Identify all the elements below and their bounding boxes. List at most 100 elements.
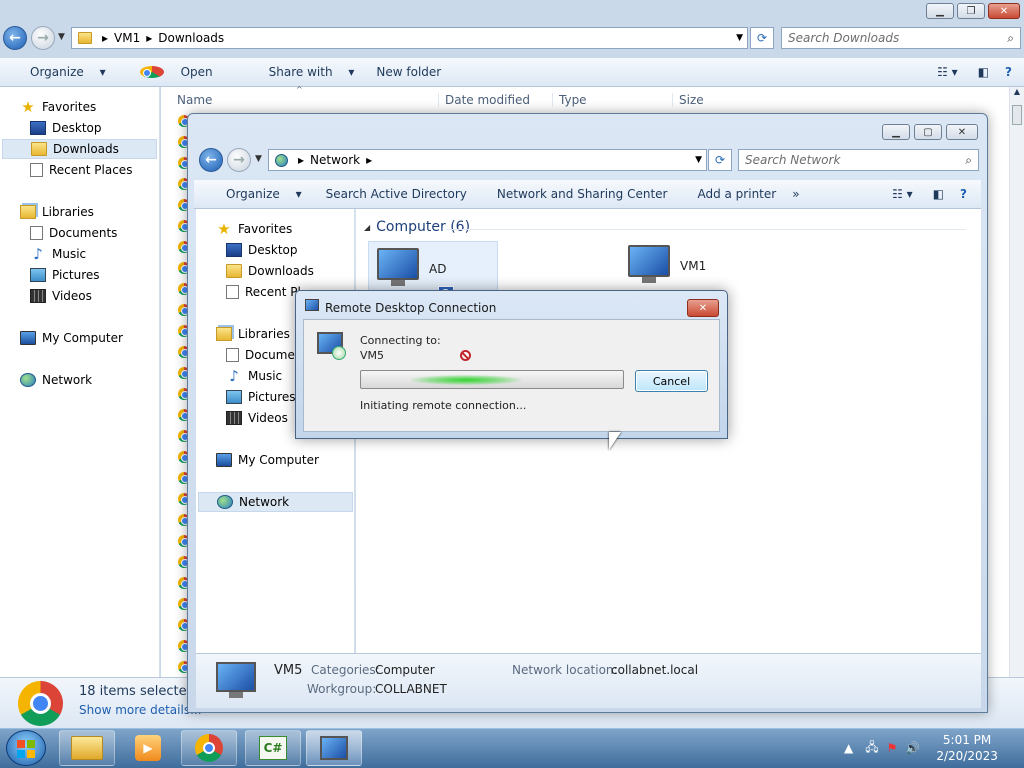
nav-favorites[interactable]: ★ Favorites	[20, 97, 96, 117]
rdp-cancel-button[interactable]: Cancel	[635, 370, 708, 392]
downloads-minimize-button[interactable]: ▁	[926, 3, 954, 19]
nav-my-computer[interactable]: My Computer	[216, 450, 319, 470]
search-active-directory-button[interactable]: Search Active Directory	[314, 187, 479, 201]
breadcrumb-downloads[interactable]: Downloads	[158, 31, 224, 45]
clock[interactable]: 5:01 PM 2/20/2023	[936, 732, 998, 764]
music-icon: ♪	[33, 245, 43, 263]
taskbar-remote-desktop-button[interactable]	[306, 730, 362, 766]
downloads-forward-button[interactable]: →	[31, 26, 55, 50]
rdp-target: VM5	[360, 349, 385, 362]
nav-recent-places[interactable]: Recent Pl	[226, 282, 301, 302]
downloads-back-button[interactable]: ←	[3, 26, 27, 50]
new-folder-button[interactable]: New folder	[366, 65, 453, 79]
help-icon[interactable]: ?	[956, 187, 981, 201]
nav-favorites[interactable]: ★ Favorites	[216, 219, 292, 239]
nav-pictures[interactable]: Pictures	[30, 265, 100, 285]
group-header-computer[interactable]: ◢ Computer (6)	[364, 219, 470, 235]
nav-libraries[interactable]: Libraries	[216, 324, 290, 344]
scroll-thumb[interactable]	[1012, 105, 1022, 125]
show-hidden-icons-icon[interactable]: ▲	[844, 741, 853, 755]
rdp-body: Connecting to: VM5 Cancel Initiating rem…	[303, 319, 720, 432]
selection-count: 18 items selected	[79, 684, 195, 699]
breadcrumb-network[interactable]: Network	[310, 153, 360, 167]
network-address-bar[interactable]: ▸ Network ▸ ▼	[268, 149, 707, 171]
nav-music[interactable]: ♪ Music	[30, 244, 86, 264]
downloads-folder-icon	[226, 264, 242, 278]
preview-pane-icon[interactable]: ◧	[921, 187, 956, 201]
column-date-modified[interactable]: Date modified	[438, 93, 530, 107]
taskbar-csharp-button[interactable]: C#	[245, 730, 301, 766]
nav-recent-places[interactable]: Recent Places	[30, 160, 132, 180]
network-search-input[interactable]: Search Network ⌕	[738, 149, 979, 171]
pictures-icon	[30, 268, 46, 282]
nav-downloads[interactable]: Downloads	[226, 261, 314, 281]
network-tray-icon[interactable]: 🖧	[865, 738, 878, 759]
nav-desktop[interactable]: Desktop	[30, 118, 102, 138]
chrome-large-icon	[18, 681, 63, 726]
action-center-icon[interactable]: ⚑	[887, 741, 898, 755]
nav-my-computer[interactable]: My Computer	[20, 328, 123, 348]
network-refresh-button[interactable]: ⟳	[708, 149, 732, 171]
downloads-close-button[interactable]: ✕	[988, 3, 1020, 19]
open-button[interactable]: Open	[118, 65, 237, 79]
network-maximize-button[interactable]: ▢	[914, 124, 942, 140]
rdp-close-button[interactable]: ✕	[687, 299, 719, 317]
music-icon: ♪	[229, 367, 239, 385]
start-button[interactable]	[6, 730, 46, 766]
downloads-address-bar[interactable]: ▸ VM1 ▸ Downloads ▼	[71, 27, 748, 49]
taskbar-media-player-button[interactable]: ▶	[120, 730, 176, 766]
network-forward-button[interactable]: →	[227, 148, 251, 172]
view-options-icon[interactable]: ☷ ▾	[884, 187, 921, 201]
preview-pane-icon[interactable]: ◧	[966, 65, 1001, 79]
help-icon[interactable]: ?	[1001, 65, 1024, 79]
taskbar-chrome-button[interactable]	[181, 730, 237, 766]
network-command-bar: Organize ▾ Search Active Directory Netwo…	[194, 180, 981, 209]
nav-pictures[interactable]: Pictures	[226, 387, 296, 407]
nav-network[interactable]: Network	[20, 370, 92, 390]
nav-documents[interactable]: Documents	[30, 223, 117, 243]
system-tray: ▲ 🖧 ⚑ 🔊 5:01 PM 2/20/2023	[840, 730, 1024, 766]
computer-item-vm1[interactable]: VM1	[628, 245, 748, 295]
nav-videos[interactable]: Videos	[226, 408, 288, 428]
organize-button[interactable]: Organize ▾	[194, 187, 314, 201]
nav-documents[interactable]: Documen	[226, 345, 302, 365]
volume-icon[interactable]: 🔊	[905, 741, 920, 755]
downloads-search-input[interactable]: Search Downloads ⌕	[781, 27, 1021, 49]
network-sharing-center-button[interactable]: Network and Sharing Center	[479, 187, 680, 201]
add-printer-button[interactable]: Add a printer	[679, 187, 788, 201]
rdp-status: Initiating remote connection...	[360, 399, 527, 412]
view-options-icon[interactable]: ☷ ▾	[929, 65, 966, 79]
downloads-restore-button[interactable]: ❐	[957, 3, 985, 19]
column-type[interactable]: Type	[552, 93, 587, 107]
nav-music[interactable]: ♪ Music	[226, 366, 282, 386]
downloads-nav-pane: ★ Favorites Desktop Downloads Recent Plac…	[0, 87, 160, 677]
organize-button[interactable]: Organize ▾	[0, 65, 118, 79]
search-icon: ⌕	[1007, 30, 1014, 45]
scroll-up-arrow[interactable]: ▲	[1010, 87, 1024, 103]
share-with-button[interactable]: Share with ▾	[237, 65, 367, 79]
breadcrumb-vm1[interactable]: VM1	[114, 31, 140, 45]
nav-desktop[interactable]: Desktop	[226, 240, 298, 260]
chevron-down-icon[interactable]: ▼	[255, 154, 262, 164]
network-minimize-button[interactable]: ▁	[882, 124, 910, 140]
downloads-scrollbar[interactable]: ▲	[1009, 87, 1024, 677]
network-back-button[interactable]: ←	[199, 148, 223, 172]
nav-videos[interactable]: Videos	[30, 286, 92, 306]
nav-downloads[interactable]: Downloads	[2, 139, 157, 159]
computer-icon	[216, 453, 232, 467]
chevron-down-icon[interactable]: ▼	[58, 32, 65, 42]
show-more-details-link[interactable]: Show more details...	[79, 703, 202, 717]
taskbar-explorer-button[interactable]	[59, 730, 115, 766]
nav-libraries[interactable]: Libraries	[20, 202, 94, 222]
more-commands-button[interactable]: »	[788, 187, 811, 201]
address-dropdown-icon[interactable]: ▼	[695, 155, 702, 165]
pictures-icon	[226, 390, 242, 404]
libraries-icon	[216, 327, 232, 341]
computer-monitor-icon	[377, 248, 419, 280]
nav-network[interactable]: Network	[198, 492, 353, 512]
address-dropdown-icon[interactable]: ▼	[736, 33, 743, 43]
column-size[interactable]: Size	[672, 93, 704, 107]
network-close-button[interactable]: ✕	[946, 124, 978, 140]
downloads-refresh-button[interactable]: ⟳	[750, 27, 774, 49]
column-name[interactable]: Name	[177, 93, 212, 107]
